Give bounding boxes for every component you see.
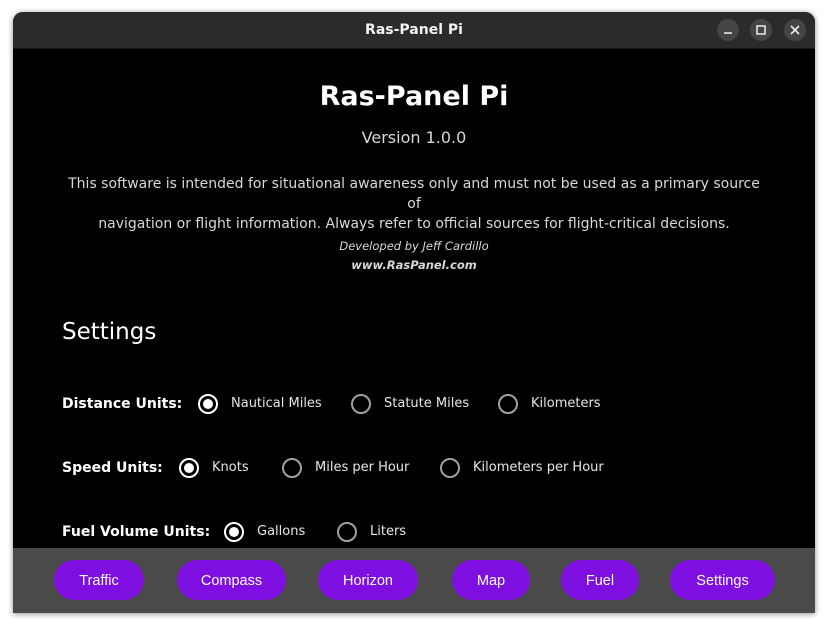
window-title: Ras-Panel Pi: [365, 22, 463, 38]
minimize-icon: [724, 32, 732, 34]
distance-units-row: Distance Units: Nautical Miles Statute M…: [62, 392, 662, 416]
maximize-button[interactable]: [750, 19, 772, 41]
close-icon: [790, 25, 800, 35]
nav-settings-button[interactable]: Settings: [670, 560, 775, 600]
bottom-nav-bar: Traffic Compass Horizon Map Fuel Setting…: [13, 548, 815, 613]
settings-heading: Settings: [62, 319, 157, 345]
nav-fuel-button[interactable]: Fuel: [561, 560, 639, 600]
website-text: www.RasPanel.com: [351, 258, 477, 272]
radio-button-checked[interactable]: [198, 394, 218, 414]
developer-text: Developed by Jeff Cardillo: [339, 239, 489, 253]
nav-traffic-button[interactable]: Traffic: [54, 560, 144, 600]
main-content: Ras-Panel Pi Version 1.0.0 This software…: [13, 49, 815, 548]
radio-button-checked[interactable]: [179, 458, 199, 478]
option-label: Miles per Hour: [315, 460, 410, 475]
option-label: Gallons: [257, 524, 306, 539]
fuel-units-label: Fuel Volume Units:: [62, 524, 211, 540]
developer-credits: Developed by Jeff Cardillo www.RasPanel.…: [13, 237, 815, 275]
close-button[interactable]: [784, 19, 806, 41]
option-label: Liters: [370, 524, 407, 539]
speed-units-row: Speed Units: Knots Miles per Hour Kilome…: [62, 456, 662, 480]
radio-button-checked[interactable]: [224, 522, 244, 542]
distance-units-label: Distance Units:: [62, 396, 183, 412]
version-text: Version 1.0.0: [361, 128, 467, 147]
speed-units-label: Speed Units:: [62, 460, 163, 476]
radio-button[interactable]: [440, 458, 460, 478]
disclaimer-line-2: navigation or flight information. Always…: [98, 216, 730, 232]
radio-button[interactable]: [282, 458, 302, 478]
title-bar[interactable]: Ras-Panel Pi: [13, 12, 815, 49]
radio-button[interactable]: [351, 394, 371, 414]
option-label: Kilometers: [531, 396, 601, 411]
app-name-heading: Ras-Panel Pi: [319, 81, 509, 112]
app-window: Ras-Panel Pi Ras-Panel Pi Version 1.0.0 …: [13, 12, 815, 613]
option-label: Kilometers per Hour: [473, 460, 604, 475]
option-label: Knots: [212, 460, 249, 475]
radio-button[interactable]: [498, 394, 518, 414]
fuel-units-row: Fuel Volume Units: Gallons Liters: [62, 520, 662, 544]
minimize-button[interactable]: [717, 19, 739, 41]
radio-button[interactable]: [337, 522, 357, 542]
disclaimer-line-1: This software is intended for situationa…: [68, 176, 760, 212]
maximize-icon: [756, 25, 766, 35]
nav-compass-button[interactable]: Compass: [177, 560, 286, 600]
nav-horizon-button[interactable]: Horizon: [318, 560, 418, 600]
option-label: Statute Miles: [384, 396, 470, 411]
disclaimer-text: This software is intended for situationa…: [63, 174, 765, 234]
option-label: Nautical Miles: [231, 396, 322, 411]
nav-map-button[interactable]: Map: [452, 560, 530, 600]
